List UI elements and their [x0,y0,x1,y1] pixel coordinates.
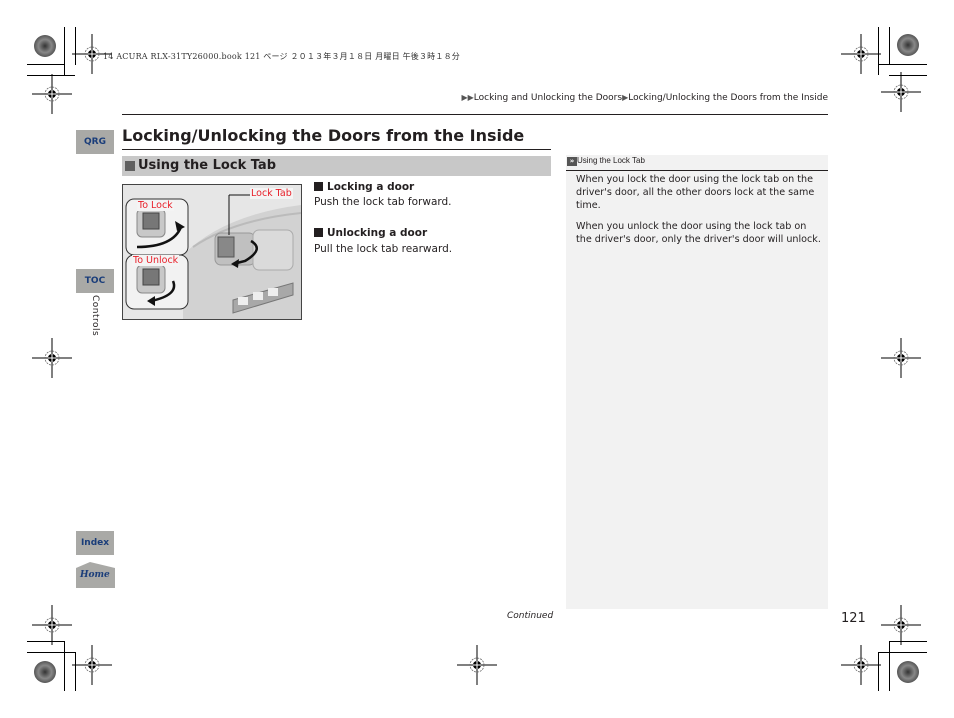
registration-target-icon [840,33,882,75]
page-number: 121 [841,611,866,626]
color-rosette-icon [34,661,56,683]
header-divider [122,114,828,115]
lock-tab-figure: Lock Tab To Lock To Unlock [122,184,302,320]
note-title[interactable]: Using the Lock Tab [577,156,645,165]
breadcrumb-item[interactable]: Locking/Unlocking the Doors from the Ins… [628,93,828,103]
index-tab[interactable]: Index [76,531,114,555]
note-header: » Using the Lock Tab [566,155,828,171]
section-header: Using the Lock Tab [122,156,551,176]
to-unlock-label: To Unlock [132,255,180,266]
registration-target-icon [456,644,498,686]
note-paragraph: When you unlock the door using the lock … [576,221,821,245]
chapter-label: Controls [90,295,100,337]
registration-target-icon [71,644,113,686]
registration-target-icon [840,644,882,686]
to-lock-label: To Lock [137,200,174,211]
registration-target-icon [880,71,922,113]
triangle-right-icon: ▶▶ [461,93,474,102]
section-title: Using the Lock Tab [138,158,277,173]
home-label: Home [80,570,110,580]
step-text: Pull the lock tab rearward. [314,243,453,255]
continued-label: Continued [507,611,554,621]
color-rosette-icon [897,661,919,683]
toc-tab[interactable]: TOC [76,269,114,293]
registration-target-icon [31,337,73,379]
registration-target-icon [880,604,922,646]
step-title: Unlocking a door [314,227,427,239]
registration-target-icon [31,604,73,646]
registration-target-icon [31,73,73,115]
square-bullet-icon [125,161,135,171]
lock-tab-label: Lock Tab [250,188,293,199]
step-title: Locking a door [314,181,414,193]
color-rosette-icon [34,35,56,57]
breadcrumb: ▶▶Locking and Unlocking the Doors▶Lockin… [461,93,828,103]
square-bullet-icon [314,182,323,191]
color-rosette-icon [897,34,919,56]
qrg-tab[interactable]: QRG [76,130,114,154]
double-chevron-icon: » [567,157,577,166]
square-bullet-icon [314,228,323,237]
registration-target-icon [880,337,922,379]
side-note: » Using the Lock Tab When you lock the d… [566,155,828,609]
breadcrumb-item[interactable]: Locking and Unlocking the Doors [474,93,622,103]
note-paragraph: When you lock the door using the lock ta… [576,174,815,211]
title-divider [122,149,551,150]
print-info-line: 14 ACURA RLX-31TY26000.book 121 ページ ２０１３… [103,52,460,61]
home-tab[interactable]: Home [76,562,115,588]
page-title: Locking/Unlocking the Doors from the Ins… [122,126,525,145]
step-text: Push the lock tab forward. [314,196,452,208]
